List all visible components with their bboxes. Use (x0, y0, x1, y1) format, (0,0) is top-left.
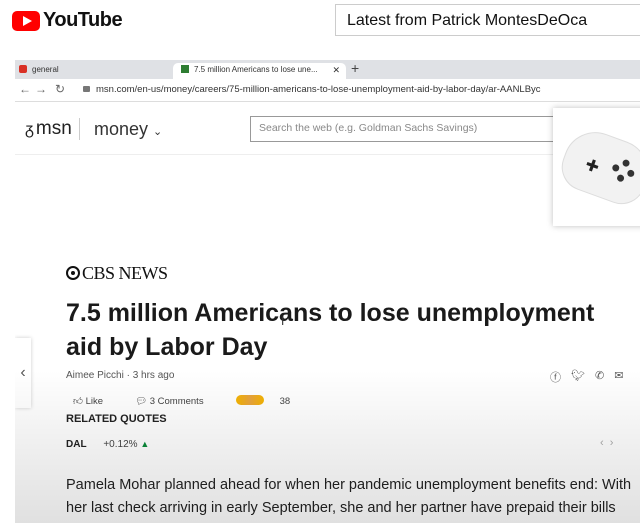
back-arrow-icon[interactable]: ← (19, 82, 31, 96)
chevron-left-icon[interactable]: ‹ (600, 437, 604, 449)
stock-quote[interactable]: DAL +0.12% ▲ (66, 439, 149, 450)
msn-butterfly-icon: ᵹ (25, 121, 34, 138)
article-headline: 7.5 million Americans to lose unemployme… (66, 299, 595, 361)
section-money-dropdown[interactable]: money ⌄ (94, 119, 162, 140)
reaction-emoji-icon (235, 395, 264, 405)
twitter-icon[interactable]: 🐦︎ (571, 369, 585, 385)
quotes-nav: ‹ › (600, 437, 613, 449)
dpad-icon: ✚ (582, 156, 602, 177)
msn-search-input[interactable]: Search the web (e.g. Goldman Sachs Savin… (250, 116, 555, 142)
reactions[interactable]: 38 (235, 395, 307, 407)
source-name: CBS NEWS (82, 263, 168, 283)
browser-tab-bar: general 7.5 million Americans to lose un… (15, 60, 640, 79)
publish-time: 3 hrs ago (132, 370, 175, 381)
cbs-eye-icon (66, 266, 80, 280)
game-controller-image: ✚ (554, 123, 640, 211)
url-text: msn.com/en-us/money/careers/75-million-a… (96, 84, 541, 95)
ad-banner[interactable]: ✚ (553, 108, 640, 226)
msn-logo[interactable]: ᵹ msn (25, 118, 72, 140)
tab-title: general (32, 65, 59, 74)
favicon-icon (181, 65, 189, 73)
share-buttons: ⓕ 🐦︎ ✆ ✉ (550, 369, 623, 385)
like-label: Like (85, 396, 104, 407)
previous-arrow-icon[interactable]: ‹ (15, 338, 31, 408)
reload-icon[interactable]: ↻ (55, 82, 65, 96)
close-tab-icon[interactable]: ✕ (332, 63, 340, 77)
browser-tab-article[interactable]: 7.5 million Americans to lose une... ✕ (173, 63, 346, 79)
url-field[interactable]: msn.com/en-us/money/careers/75-million-a… (83, 82, 640, 98)
related-quotes-heading: RELATED QUOTES (66, 413, 167, 425)
comments-button[interactable]: 💬︎ 3 Comments (135, 396, 220, 407)
author-name[interactable]: Aimee Picchi (66, 370, 124, 381)
controller-button (616, 173, 626, 183)
browser-tab-general[interactable]: general (15, 63, 174, 79)
new-tab-icon[interactable]: + (351, 60, 359, 76)
byline: Aimee Picchi · 3 hrs ago (66, 370, 175, 381)
youtube-search-input[interactable]: Latest from Patrick MontesDeOca (335, 4, 640, 36)
whatsapp-icon[interactable]: ✆ (595, 369, 604, 385)
facebook-icon[interactable]: ⓕ (550, 369, 561, 385)
cbs-news-logo[interactable]: CBS NEWS (66, 263, 168, 284)
quote-change: +0.12% (103, 439, 138, 450)
address-bar: ← → ↻ msn.com/en-us/money/careers/75-mil… (15, 79, 640, 102)
video-frame[interactable]: general 7.5 million Americans to lose un… (15, 60, 640, 523)
like-button[interactable]: 👍︎ Like (73, 395, 119, 407)
youtube-header: YouTube Latest from Patrick MontesDeOca (0, 0, 640, 42)
controller-button (621, 158, 631, 168)
controller-button (626, 168, 636, 178)
controller-button (611, 163, 621, 173)
tab-title: 7.5 million Americans to lose une... (194, 65, 318, 74)
lock-icon (83, 86, 90, 92)
comments-label: 3 Comments (149, 395, 204, 407)
reactions-count: 38 (279, 396, 291, 407)
youtube-wordmark: YouTube (43, 9, 123, 31)
forward-arrow-icon[interactable]: → (35, 82, 47, 96)
email-icon[interactable]: ✉ (614, 369, 623, 385)
social-bar: 👍︎ Like 💬︎ 3 Comments 38 (73, 395, 322, 407)
text-cursor-icon: I (281, 314, 285, 328)
quote-symbol: DAL (66, 439, 87, 450)
youtube-play-icon (12, 10, 40, 31)
up-triangle-icon: ▲ (140, 439, 150, 449)
favicon-icon (19, 65, 27, 73)
chevron-down-icon: ⌄ (153, 126, 163, 138)
article-body: Pamela Mohar planned ahead for when her … (66, 477, 632, 516)
msn-header: ᵹ msn money ⌄ Search the web (e.g. Goldma… (15, 102, 640, 155)
section-label: money (94, 119, 149, 139)
header-divider (79, 118, 80, 140)
msn-logo-text: msn (35, 118, 72, 139)
youtube-logo[interactable]: YouTube (12, 9, 123, 32)
chevron-right-icon[interactable]: › (610, 437, 614, 449)
